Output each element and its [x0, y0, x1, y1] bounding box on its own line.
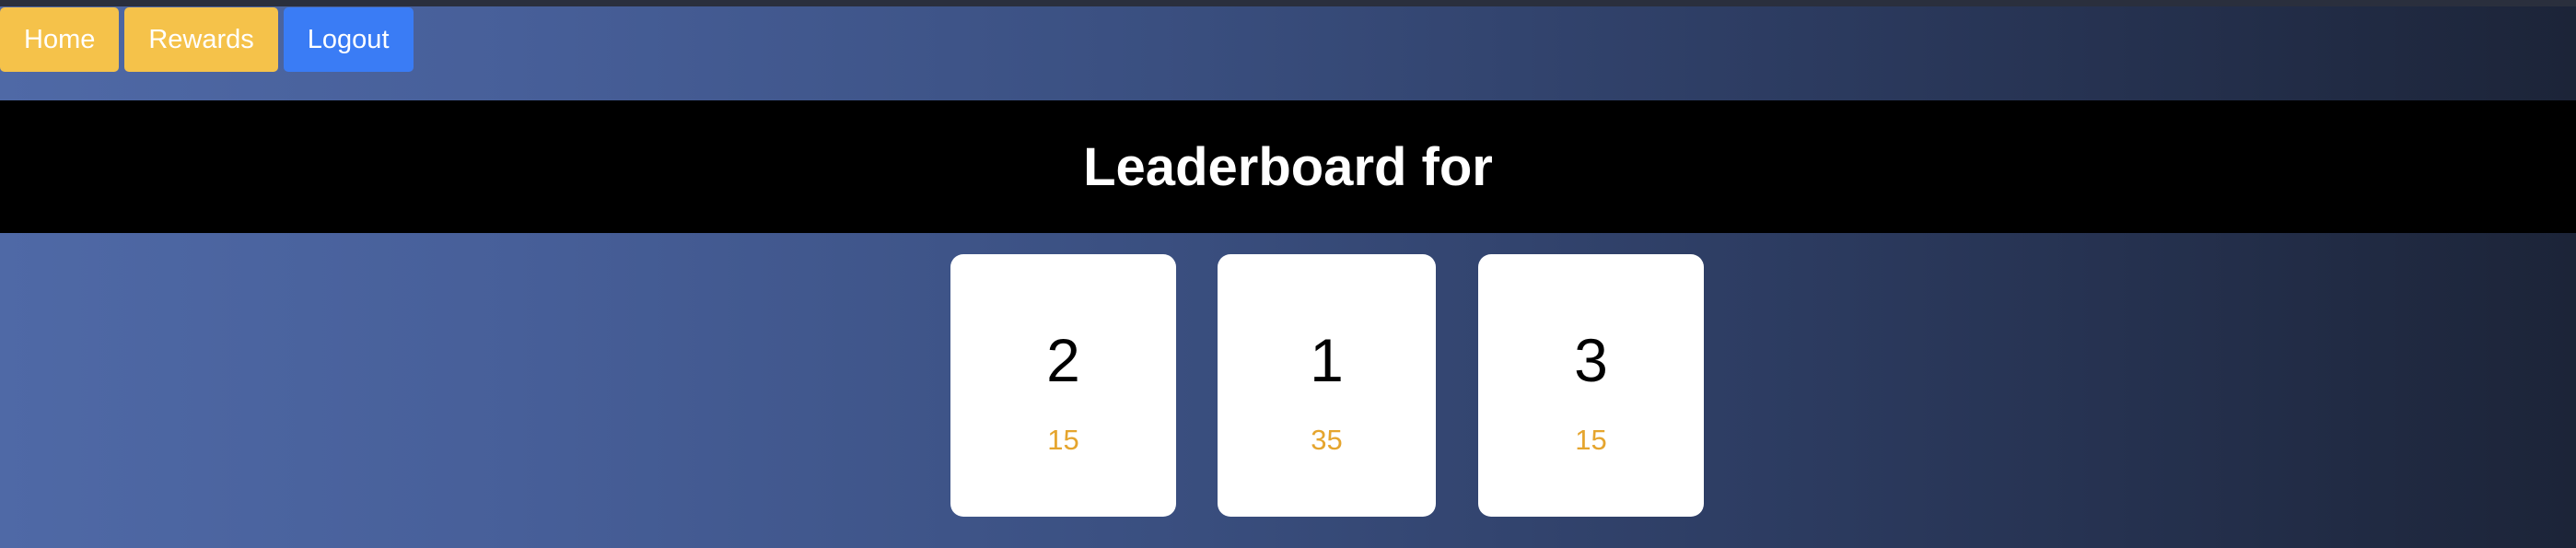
leaderboard-header: Leaderboard for [0, 100, 2576, 233]
logout-button[interactable]: Logout [283, 7, 414, 72]
podium-card-second: 2 15 [950, 254, 1176, 517]
points-value: 15 [1047, 424, 1079, 456]
top-edge-strip [0, 0, 2576, 6]
rank-number: 2 [1046, 326, 1080, 394]
podium-card-third: 3 15 [1478, 254, 1704, 517]
top-navigation: Home Rewards Logout [0, 7, 414, 74]
rank-number: 3 [1574, 326, 1608, 394]
home-button[interactable]: Home [0, 7, 120, 72]
podium-card-first: 1 35 [1218, 254, 1436, 517]
points-value: 15 [1575, 424, 1607, 456]
rank-number: 1 [1310, 326, 1344, 394]
rewards-button[interactable]: Rewards [124, 7, 278, 72]
points-value: 35 [1311, 424, 1343, 456]
page-title: Leaderboard for [1083, 136, 1493, 197]
